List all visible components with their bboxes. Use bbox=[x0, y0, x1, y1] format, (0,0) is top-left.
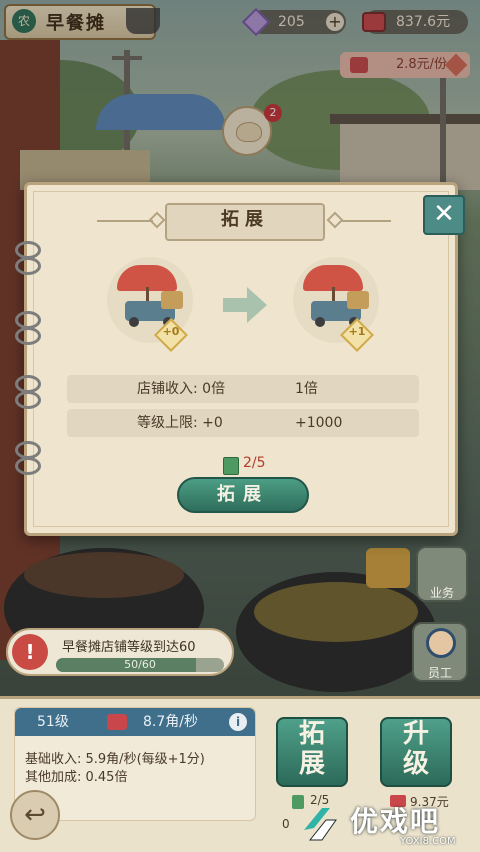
close-button[interactable]: ✕ bbox=[423, 195, 465, 235]
quest-tracker[interactable]: ! 早餐摊店铺等级到达60 50/60 bbox=[6, 628, 234, 676]
stat-row-income: 店铺收入: 0倍 1倍 bbox=[67, 375, 419, 403]
expand-button[interactable]: 拓 展 bbox=[276, 717, 348, 787]
stat-row-level-cap: 等级上限: +0 +1000 bbox=[67, 409, 419, 437]
watermark-url: YOXI8.COM bbox=[400, 836, 456, 847]
business-button[interactable]: 业务 bbox=[416, 546, 468, 602]
quest-progress-text: 50/60 bbox=[124, 658, 156, 671]
other-bonus-text: 其他加成: 0.45倍 bbox=[25, 770, 128, 785]
stat-income-new: 1倍 bbox=[295, 381, 318, 397]
store-level: 51级 bbox=[37, 714, 69, 730]
current-expand-level: +0 bbox=[162, 325, 180, 338]
upgrade-label-2: 级 bbox=[402, 749, 429, 779]
expansion-cost: 2/5 bbox=[243, 455, 266, 471]
base-income-text: 基础收入: 5.9角/秒(每级+1分) bbox=[25, 752, 205, 767]
expand-label-1: 拓 bbox=[298, 719, 325, 749]
stat-cap-label: 等级上限: +0 bbox=[137, 415, 223, 431]
alert-icon: ! bbox=[12, 634, 48, 670]
watermark-text: 优戏吧 bbox=[350, 805, 441, 838]
upgrade-button[interactable]: 升 级 bbox=[380, 717, 452, 787]
dialog-title: 拓展 bbox=[165, 203, 325, 241]
stat-cap-new: +1000 bbox=[295, 415, 343, 431]
info-button[interactable]: i bbox=[229, 713, 247, 731]
stall-current-image: +0 bbox=[107, 257, 193, 352]
staff-button[interactable]: 员工 bbox=[412, 622, 468, 682]
diamond-ornament-icon bbox=[148, 211, 166, 229]
binder-ring-icon bbox=[15, 391, 41, 409]
confirm-expand-button[interactable]: 拓展 bbox=[177, 477, 309, 513]
arrow-right-icon bbox=[223, 287, 267, 323]
money-icon bbox=[107, 714, 127, 730]
binder-ring-icon bbox=[15, 457, 41, 475]
business-label: 业务 bbox=[429, 586, 454, 600]
quest-progress-bar: 50/60 bbox=[56, 658, 224, 672]
expand-dialog: 拓展 ✕ +0 +1 店铺收入: 0倍 1倍 等级上限: +0 +1000 2/… bbox=[15, 182, 465, 536]
binder-ring-icon bbox=[15, 327, 41, 345]
stat-income-label: 店铺收入: 0倍 bbox=[137, 381, 226, 397]
quest-description: 早餐摊店铺等级到达60 bbox=[62, 640, 196, 655]
title-divider-left bbox=[97, 220, 153, 222]
staff-label: 员工 bbox=[427, 666, 452, 680]
expand-label-2: 展 bbox=[298, 749, 325, 779]
site-logo-icon bbox=[304, 808, 337, 841]
expansion-token-icon bbox=[223, 457, 239, 475]
zero-label: 0 bbox=[282, 817, 290, 831]
level-strip: 51级 8.7角/秒 i bbox=[15, 708, 255, 736]
staff-avatar-icon bbox=[426, 628, 456, 658]
income-rate: 8.7角/秒 bbox=[143, 714, 198, 730]
stall-next-image: +1 bbox=[293, 257, 379, 352]
next-expand-level: +1 bbox=[348, 325, 366, 338]
watermark: 优戏吧 YOXI8.COM bbox=[296, 798, 480, 852]
title-divider-right bbox=[341, 220, 391, 222]
back-button[interactable]: ↩ bbox=[10, 790, 60, 840]
upgrade-label-1: 升 bbox=[402, 719, 429, 749]
binder-ring-icon bbox=[15, 257, 41, 275]
